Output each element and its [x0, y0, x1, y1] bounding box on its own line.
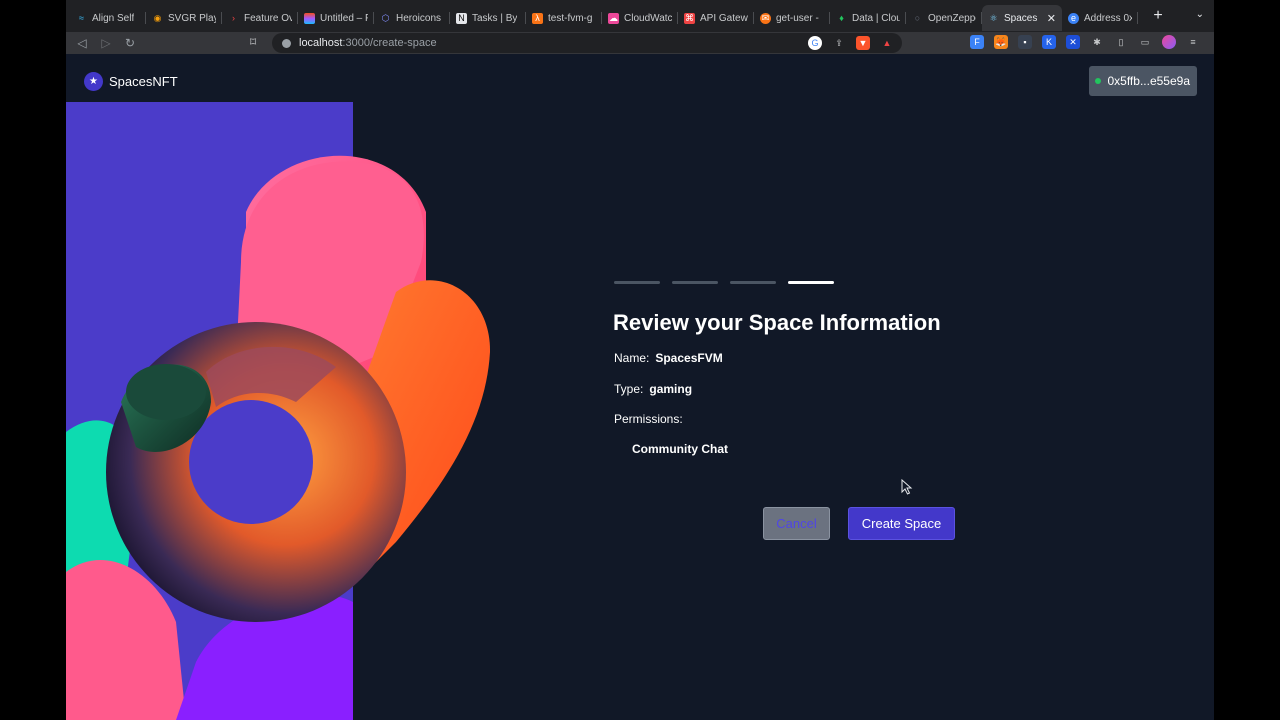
profile-avatar[interactable]: [1162, 35, 1176, 49]
browser-tab-bar: ≈Align Self ◉SVGR Playg ›Feature Ov Unti…: [66, 0, 1214, 32]
step-indicator-current: [788, 281, 834, 284]
extension-icon[interactable]: ▪: [1018, 35, 1032, 49]
browser-tab[interactable]: ⌘API Gatewa: [678, 5, 754, 31]
name-value: SpacesFVM: [655, 351, 723, 365]
browser-tab[interactable]: Untitled – F: [298, 5, 374, 31]
app-header: ★ SpacesNFT 0x5ffb...e55e9a: [66, 62, 1214, 102]
share-icon[interactable]: ⇪: [832, 36, 846, 50]
browser-tab[interactable]: N Tasks | By: [450, 5, 526, 31]
step-indicator: [672, 281, 718, 284]
api-gateway-icon: ⌘: [684, 12, 695, 24]
browser-tab[interactable]: λ test-fvm-g: [526, 5, 602, 31]
url-host: localhost: [299, 37, 343, 49]
bookmark-icon[interactable]: ⌑: [250, 35, 256, 49]
browser-tab-active[interactable]: ⚛ Spaces ✕: [982, 5, 1062, 31]
site-info-icon[interactable]: [282, 38, 291, 48]
reload-button[interactable]: ↻: [118, 36, 142, 50]
chevron-down-icon[interactable]: ⌄: [1196, 9, 1204, 20]
chevron-icon: ›: [232, 12, 235, 23]
brave-rewards-icon[interactable]: ▲: [880, 36, 894, 50]
menu-icon[interactable]: ≡: [1186, 35, 1200, 49]
close-tab-icon[interactable]: ✕: [1047, 12, 1056, 25]
google-icon[interactable]: G: [808, 36, 822, 50]
browser-tab[interactable]: ✉ get-user -: [754, 5, 830, 31]
shield-icon: ⬡: [381, 12, 390, 23]
url-path: :3000/create-space: [342, 37, 437, 49]
hero-artwork: [66, 102, 496, 720]
connection-status-dot: [1095, 78, 1102, 84]
browser-tab[interactable]: ○ OpenZeppe: [906, 5, 982, 31]
step-indicator: [614, 281, 660, 284]
etherscan-icon: e: [1068, 12, 1079, 24]
brand-name[interactable]: SpacesNFT: [109, 74, 178, 89]
notion-icon: N: [456, 12, 467, 24]
omnibox-actions: G ⇪ ▼ ▲: [808, 36, 894, 50]
type-row: Type: gaming: [614, 382, 692, 396]
permissions-row: Permissions:: [614, 412, 683, 426]
puzzle-icon[interactable]: ✱: [1090, 35, 1104, 49]
browser-tab[interactable]: e Address 0x: [1062, 5, 1138, 31]
browser-tab[interactable]: › Feature Ov: [222, 5, 298, 31]
browser-tab[interactable]: ⬡ Heroicons: [374, 5, 450, 31]
type-value: gaming: [649, 382, 693, 396]
new-tab-button[interactable]: +: [1148, 7, 1168, 25]
react-icon: ⚛: [989, 12, 998, 23]
extension-icon[interactable]: K: [1042, 35, 1056, 49]
wallet-address: 0x5ffb...e55e9a: [1107, 74, 1190, 88]
figma-icon: [304, 12, 315, 24]
cloudwatch-icon: ☁: [608, 12, 619, 24]
back-button[interactable]: ◁: [70, 36, 94, 50]
tailwind-icon: ≈: [79, 12, 84, 23]
extension-icon[interactable]: ✕: [1066, 35, 1080, 49]
sidebar-icon[interactable]: ▯: [1114, 35, 1128, 49]
browser-tab[interactable]: ≈ Align Self: [70, 5, 146, 31]
leaf-icon: ♦: [839, 12, 844, 23]
page-title: Review your Space Information: [613, 310, 941, 335]
permissions-label: Permissions:: [614, 412, 683, 426]
name-label: Name:: [614, 351, 650, 365]
abstract-3d-shapes-image: [66, 102, 491, 720]
extension-icon[interactable]: F: [970, 35, 984, 49]
wallet-icon[interactable]: ▭: [1138, 35, 1152, 49]
create-space-button[interactable]: Create Space: [848, 507, 955, 540]
type-label: Type:: [614, 382, 644, 396]
address-bar[interactable]: localhost:3000/create-space G ⇪ ▼ ▲: [272, 33, 902, 53]
right-letterbox: [1214, 0, 1280, 720]
mouse-cursor-icon: [901, 479, 913, 495]
eye-icon: ◉: [153, 12, 162, 23]
circle-icon: ○: [914, 12, 921, 23]
forward-button[interactable]: ▷: [94, 36, 118, 50]
extensions-bar: F 🦊 ▪ K ✕ ✱ ▯ ▭ ≡: [970, 35, 1200, 49]
browser-tab[interactable]: ♦ Data | Clou: [830, 5, 906, 31]
left-letterbox: [0, 0, 66, 720]
postman-icon: ✉: [760, 12, 771, 24]
metamask-icon[interactable]: 🦊: [994, 35, 1008, 49]
permission-item: Community Chat: [632, 442, 728, 456]
step-progress: [614, 281, 834, 284]
browser-tab[interactable]: ◉SVGR Playg: [146, 5, 222, 31]
browser-toolbar: ◁ ▷ ↻ ⌑ localhost:3000/create-space G ⇪ …: [66, 32, 1214, 54]
browser-tab[interactable]: ☁ CloudWatc: [602, 5, 678, 31]
star-logo-icon[interactable]: ★: [84, 72, 103, 91]
lambda-icon: λ: [532, 12, 543, 24]
wallet-button[interactable]: 0x5ffb...e55e9a: [1089, 66, 1197, 96]
cancel-button[interactable]: Cancel: [763, 507, 830, 540]
brave-icon[interactable]: ▼: [856, 36, 870, 50]
step-indicator: [730, 281, 776, 284]
name-row: Name: SpacesFVM: [614, 351, 723, 365]
